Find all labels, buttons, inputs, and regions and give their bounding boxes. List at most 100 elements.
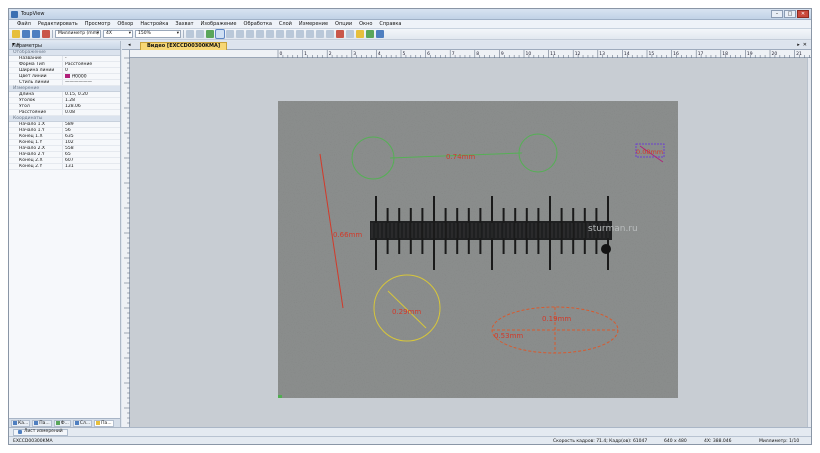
prop-value[interactable]: 131	[63, 164, 74, 169]
horizontal-ruler: 0 1 2 3 4 5 6 7 8 9 10 11 12 13 14 15 16 17 18 19 20 21	[130, 50, 811, 58]
rect-select-icon[interactable]	[186, 30, 194, 38]
menu-process[interactable]: Обработка	[244, 21, 272, 27]
menu-file[interactable]: Файл	[17, 21, 31, 27]
tab-params[interactable]: Па...	[32, 419, 52, 427]
tab-video[interactable]: Видео [EXCCD00300KMA]	[140, 42, 228, 50]
hand-icon[interactable]	[196, 30, 204, 38]
prop-value[interactable]: ——————	[63, 80, 92, 85]
measurement-list-tab[interactable]: Лист измерений	[13, 428, 68, 436]
window-title: ToupView	[21, 11, 45, 17]
perpendicular-icon[interactable]	[266, 30, 274, 38]
save-as-icon[interactable]	[32, 30, 40, 38]
prop-value[interactable]: 0	[63, 68, 68, 73]
layer-icon[interactable]	[206, 30, 214, 38]
status-resolution: 640 x 480	[664, 439, 687, 444]
prop-value[interactable]: Расстояние	[63, 62, 92, 67]
menu-view[interactable]: Просмотр	[85, 21, 111, 27]
watermark: sturman.ru	[588, 224, 638, 234]
panel-header: Параметры ▾ ✕	[9, 41, 120, 50]
ellipse-icon[interactable]	[286, 30, 294, 38]
prop-value[interactable]: 607	[63, 158, 74, 163]
star-icon[interactable]	[346, 30, 354, 38]
pin-icon[interactable]: ▾ ✕	[12, 42, 117, 48]
menu-help[interactable]: Справка	[379, 21, 401, 27]
save-icon[interactable]	[22, 30, 30, 38]
ruler-label: 0	[280, 51, 283, 57]
objective-select[interactable]: 4X	[103, 30, 133, 38]
circle-icon[interactable]	[296, 30, 304, 38]
rectangle-icon[interactable]	[276, 30, 284, 38]
tab-scroll-left-icon[interactable]: ◂	[128, 42, 131, 48]
status-bar: Лист измерений EXCCD00300KMA Скорость ка…	[9, 427, 811, 444]
micrograph[interactable]: sturman.ru 0.74mm 0.66mm 0.29mm 0.53mm 0…	[130, 58, 807, 427]
ruler-label: 18	[722, 51, 728, 57]
prop-value[interactable]: 65	[63, 152, 71, 157]
unit-select[interactable]: Миллиметр (mm)	[55, 30, 101, 38]
prop-key: Начало 1.Y	[9, 128, 63, 133]
zoom-select[interactable]: 150%	[135, 30, 181, 38]
line-icon[interactable]	[236, 30, 244, 38]
arc-icon[interactable]	[306, 30, 314, 38]
tab-label: Сл...	[79, 420, 91, 426]
minimize-button[interactable]: –	[771, 10, 783, 18]
prop-value[interactable]: 56	[63, 128, 71, 133]
curve-icon[interactable]	[326, 30, 334, 38]
app-window: ToupView – □ ✕ Файл Редактировать Просмо…	[8, 8, 812, 445]
prop-value-color[interactable]: ff0000	[63, 74, 87, 79]
tab-parameters[interactable]: Па...	[94, 419, 114, 427]
prop-value: 128.06	[65, 104, 81, 109]
menu-measure[interactable]: Измерение	[299, 21, 328, 27]
open-icon[interactable]	[12, 30, 20, 38]
parallel-icon[interactable]	[246, 30, 254, 38]
menu-options[interactable]: Опции	[335, 21, 352, 27]
menu-bar: Файл Редактировать Просмотр Обзор Настро…	[9, 20, 811, 29]
vertical-ruler	[122, 50, 130, 427]
tab-files[interactable]: Ф...	[53, 419, 71, 427]
ruler-ticks: 0 1 2 3 4 5 6 7 8 9 10 11 12 13 14 15 16 17 18 19 20 21	[277, 50, 810, 58]
tab-camera[interactable]: Ка...	[11, 419, 31, 427]
prop-value[interactable]: 635	[63, 134, 74, 139]
menu-layer[interactable]: Слой	[279, 21, 292, 27]
print-icon[interactable]	[42, 30, 50, 38]
close-button[interactable]: ✕	[797, 10, 809, 18]
calibrate-icon[interactable]	[366, 30, 374, 38]
ruler-label: 14	[624, 51, 630, 57]
vertical-scrollbar[interactable]	[807, 58, 811, 427]
prop-row: Конец 2.Y 131	[9, 164, 120, 170]
prop-key: Начало 1.X	[9, 122, 63, 127]
ruler-label: 2	[329, 51, 332, 57]
title-bar: ToupView – □ ✕	[9, 9, 811, 20]
color-value: ff0000	[72, 74, 87, 80]
prop-key: Конец 1.Y	[9, 140, 63, 145]
export-icon[interactable]	[376, 30, 384, 38]
delete-icon[interactable]	[336, 30, 344, 38]
angle-icon[interactable]	[256, 30, 264, 38]
document-controls[interactable]: ▸✕	[797, 42, 810, 48]
toolbar: Миллиметр (mm) 4X 150%	[9, 29, 811, 40]
prop-value[interactable]: 558	[63, 146, 74, 151]
menu-image[interactable]: Изображение	[201, 21, 237, 27]
polygon-icon[interactable]	[316, 30, 324, 38]
menu-capture[interactable]: Захват	[175, 21, 193, 27]
ruler-label: 9	[501, 51, 504, 57]
menu-edit[interactable]: Редактировать	[38, 21, 78, 27]
tab-layers[interactable]: Сл...	[72, 419, 93, 427]
status-coords: 4X: 388.046	[704, 439, 732, 444]
image-viewport[interactable]: sturman.ru 0.74mm 0.66mm 0.29mm 0.53mm 0…	[130, 58, 811, 427]
maximize-button[interactable]: □	[784, 10, 796, 18]
ruler-label: 1	[304, 51, 307, 57]
point-icon[interactable]	[226, 30, 234, 38]
prop-value[interactable]: 589	[63, 122, 74, 127]
pointer-icon[interactable]	[215, 29, 225, 39]
ruler-label: 12	[575, 51, 581, 57]
stats-icon[interactable]	[356, 30, 364, 38]
prop-key: Угол	[9, 104, 63, 109]
ruler-label: 21	[796, 51, 802, 57]
list-icon	[18, 430, 22, 434]
menu-settings[interactable]: Настройка	[140, 21, 168, 27]
prop-value[interactable]: -	[63, 56, 67, 61]
menu-browse[interactable]: Обзор	[117, 21, 133, 27]
prop-value[interactable]: 102	[63, 140, 74, 145]
ruler-label: 3	[353, 51, 356, 57]
menu-window[interactable]: Окно	[359, 21, 372, 27]
